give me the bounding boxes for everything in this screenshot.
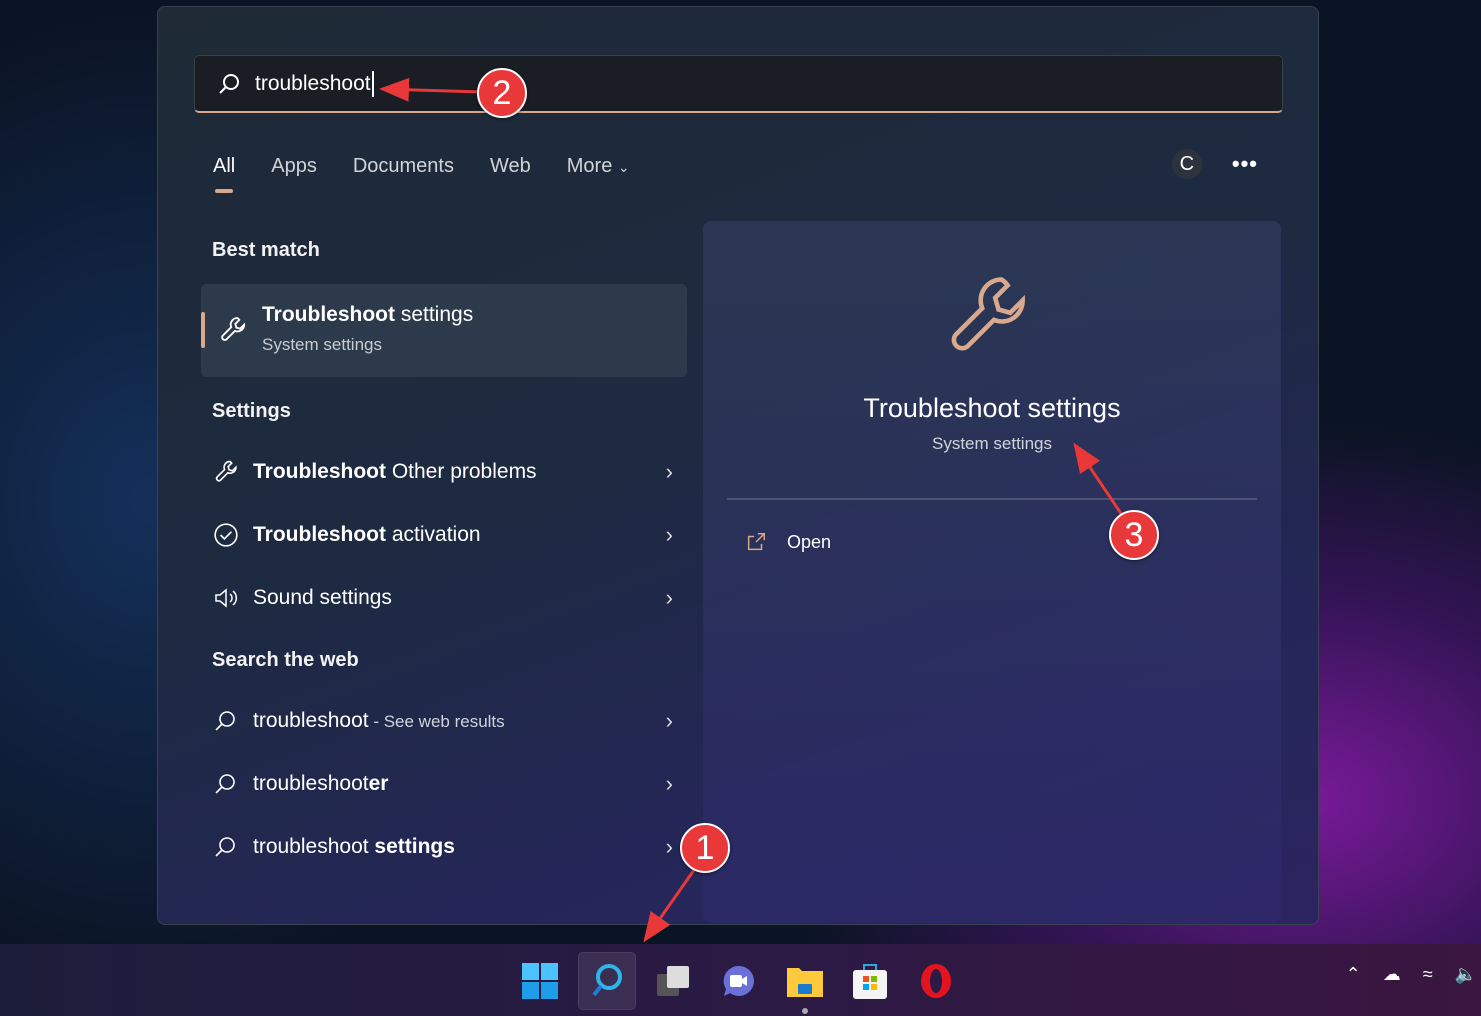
best-match-title-bold: Troubleshoot: [262, 303, 395, 326]
best-match-subtitle: System settings: [262, 335, 382, 354]
annotation-badge-2: 2: [477, 68, 527, 118]
search-icon: [215, 774, 235, 794]
annotation-badge-3: 3: [1109, 510, 1159, 560]
system-tray: ⌃ ☁ ≈ 🔈: [1346, 964, 1481, 985]
opera-icon: [921, 964, 951, 998]
chevron-right-icon: ›: [665, 708, 673, 733]
best-match-item[interactable]: Troubleshoot settings System settings: [201, 284, 687, 377]
item-text: troubleshoot: [253, 835, 375, 858]
onedrive-icon[interactable]: ☁: [1383, 964, 1401, 985]
taskbar: ⌃ ☁ ≈ 🔈: [0, 944, 1481, 1016]
preview-title: Troubleshoot settings: [863, 393, 1121, 423]
open-external-icon: [747, 533, 765, 551]
search-icon: [215, 837, 235, 857]
search-input[interactable]: troubleshoot: [194, 55, 1283, 113]
tab-all[interactable]: All: [213, 155, 235, 193]
wrench-icon: [951, 277, 1025, 351]
search-taskbar-button[interactable]: [578, 952, 636, 1010]
store-icon: [853, 964, 887, 999]
item-bold: settings: [374, 835, 455, 858]
chevron-right-icon: ›: [665, 459, 673, 484]
item-text: troubleshoot: [253, 772, 369, 795]
speaker-icon: [215, 588, 238, 608]
web-result-troubleshoot-settings[interactable]: troubleshoot settings ›: [213, 827, 673, 867]
chevron-right-icon: ›: [665, 771, 673, 796]
search-icon: [592, 964, 622, 997]
chevron-right-icon: ›: [665, 522, 673, 547]
text-caret: [371, 70, 374, 97]
folder-icon: [787, 968, 823, 997]
running-indicator: [802, 1008, 808, 1014]
web-result-troubleshoot[interactable]: troubleshoot - See web results ›: [213, 701, 673, 741]
volume-icon[interactable]: 🔈: [1455, 964, 1477, 985]
item-text: activation: [386, 523, 481, 546]
search-icon: [219, 73, 239, 94]
microsoft-store-button[interactable]: [841, 952, 899, 1010]
avatar[interactable]: C: [1171, 149, 1202, 179]
open-button[interactable]: Open: [745, 531, 831, 553]
best-match-heading: Best match: [212, 239, 320, 261]
teams-chat-button[interactable]: [709, 952, 767, 1010]
file-explorer-button[interactable]: [776, 952, 834, 1014]
wrench-icon: [215, 460, 237, 482]
tab-more-label: More: [566, 155, 613, 177]
show-hidden-icons-button[interactable]: ⌃: [1346, 964, 1361, 985]
settings-item-sound[interactable]: Sound settings ›: [213, 578, 673, 618]
wifi-icon[interactable]: ≈: [1423, 964, 1433, 985]
chevron-right-icon: ›: [665, 585, 673, 610]
item-bold: er: [368, 772, 389, 795]
chevron-down-icon: ⌄: [617, 159, 630, 175]
more-options-button[interactable]: •••: [1232, 151, 1258, 177]
opera-browser-button[interactable]: [907, 952, 965, 1010]
filter-tabs: All Apps Documents Web More ⌄: [213, 155, 630, 193]
windows-logo-icon: [522, 963, 558, 999]
settings-item-troubleshoot-activation[interactable]: Troubleshoot activation ›: [213, 515, 673, 555]
settings-item-troubleshoot-other[interactable]: Troubleshoot Other problems ›: [213, 452, 673, 492]
start-button[interactable]: [511, 952, 569, 1010]
tab-web[interactable]: Web: [490, 155, 531, 178]
search-text: troubleshoot: [255, 71, 371, 95]
task-view-button[interactable]: [644, 952, 702, 1010]
open-label: Open: [787, 531, 832, 552]
preview-subtitle: System settings: [932, 434, 1052, 453]
settings-heading: Settings: [212, 400, 291, 422]
search-icon: [215, 711, 235, 731]
divider: [727, 498, 1257, 500]
tab-more[interactable]: More ⌄: [567, 155, 630, 178]
task-view-icon: [657, 966, 689, 996]
annotation-badge-1: 1: [680, 823, 730, 873]
tab-documents[interactable]: Documents: [353, 155, 454, 178]
item-bold: Troubleshoot: [253, 523, 386, 546]
start-search-panel: troubleshoot All Apps Documents Web More…: [157, 6, 1319, 925]
preview-pane: Troubleshoot settings System settings Op…: [703, 221, 1281, 923]
wrench-icon: [221, 317, 246, 341]
tab-apps[interactable]: Apps: [271, 155, 317, 178]
selection-indicator: [201, 312, 205, 348]
item-text: troubleshoot: [253, 709, 369, 732]
chevron-right-icon: ›: [665, 834, 673, 859]
item-extra: - See web results: [368, 712, 505, 731]
best-match-title-rest: settings: [395, 303, 474, 326]
check-circle-icon: [214, 523, 238, 547]
item-text: Sound settings: [253, 586, 392, 609]
item-bold: Troubleshoot: [253, 460, 386, 483]
web-result-troubleshooter[interactable]: troubleshooter ›: [213, 764, 673, 804]
search-web-heading: Search the web: [212, 649, 359, 671]
chat-icon: [723, 965, 754, 996]
item-text: Other problems: [386, 460, 537, 483]
